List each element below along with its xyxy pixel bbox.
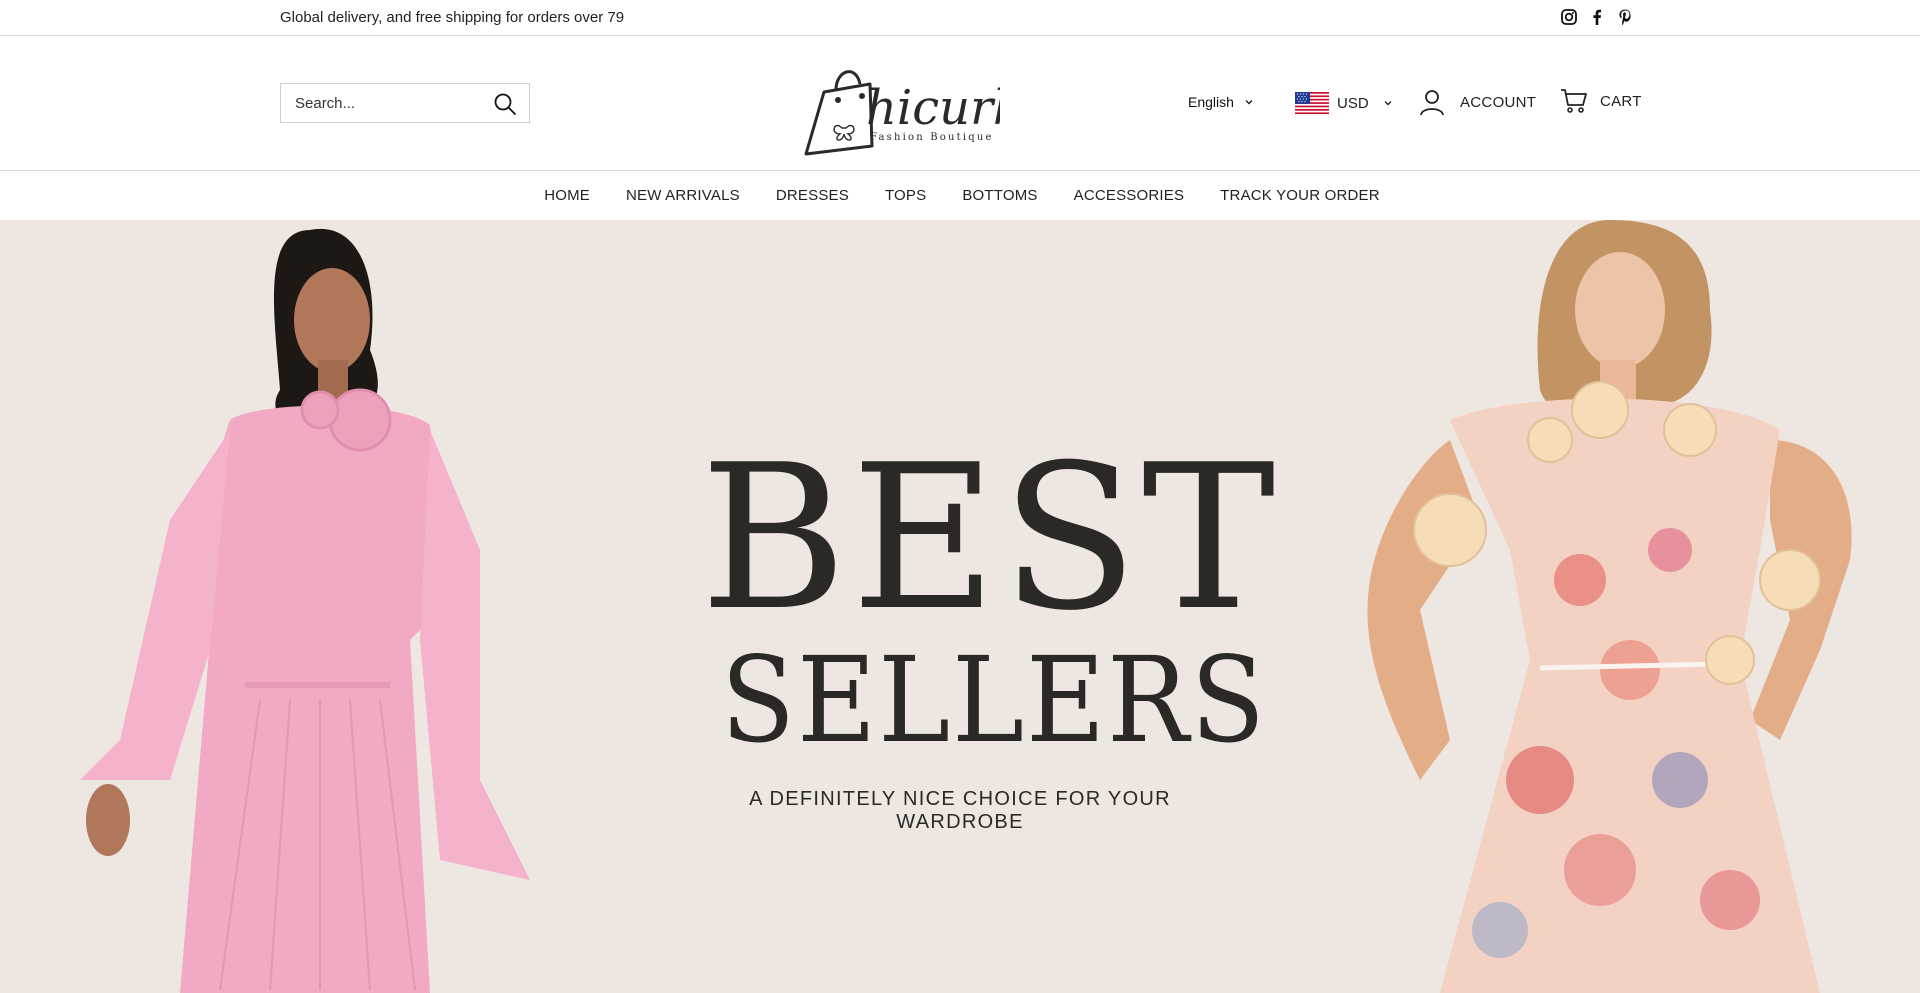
nav-item-tops[interactable]: TOPS — [867, 171, 944, 220]
us-flag-icon — [1295, 92, 1329, 114]
nav-item-accessories[interactable]: ACCESSORIES — [1056, 171, 1203, 220]
hero-model-left-image — [80, 228, 530, 993]
currency-selector[interactable]: USD — [1295, 92, 1393, 114]
nav-item-dresses[interactable]: DRESSES — [758, 171, 867, 220]
announcement-bar: Global delivery, and free shipping for o… — [0, 0, 1920, 36]
instagram-icon[interactable] — [1560, 8, 1578, 26]
pinterest-icon[interactable] — [1616, 8, 1634, 26]
facebook-icon[interactable] — [1588, 8, 1606, 26]
hero-banner[interactable]: BEST SELLERS A DEFINITELY NICE CHOICE FO… — [0, 220, 1920, 993]
currency-label: USD — [1337, 94, 1369, 112]
nav-item-home[interactable]: HOME — [526, 171, 608, 220]
search-box — [280, 83, 530, 123]
cart-label: CART — [1600, 92, 1642, 110]
account-label: ACCOUNT — [1460, 93, 1537, 111]
nav-item-track-order[interactable]: TRACK YOUR ORDER — [1202, 171, 1398, 220]
site-logo[interactable]: hicurb Fashion Boutique — [800, 54, 1024, 158]
hero-title-line2: SELLERS — [720, 631, 1267, 769]
logo-tagline-text: Fashion Boutique — [870, 132, 994, 143]
logo-brand-text: hicurb — [866, 80, 1000, 136]
hero-title-line1: BEST — [700, 422, 1280, 655]
user-icon — [1420, 90, 1444, 116]
social-links — [1560, 8, 1634, 26]
nav-item-new-arrivals[interactable]: NEW ARRIVALS — [608, 171, 758, 220]
site-header: hicurb Fashion Boutique English USD — [0, 36, 1920, 171]
cart-icon — [1561, 89, 1587, 113]
cart-link[interactable]: CART — [1560, 88, 1642, 114]
hero-model-right-image — [1367, 220, 1852, 993]
main-nav: HOME NEW ARRIVALS DRESSES TOPS BOTTOMS A… — [0, 171, 1920, 220]
hero-tagline: A DEFINITELY NICE CHOICE FOR YOUR WARDRO… — [749, 788, 1171, 833]
search-icon[interactable] — [493, 92, 517, 116]
chevron-down-icon — [1384, 101, 1392, 106]
announcement-text: Global delivery, and free shipping for o… — [280, 9, 625, 26]
language-label: English — [1188, 94, 1234, 110]
search-input[interactable] — [281, 84, 481, 122]
language-selector[interactable]: English — [1188, 94, 1254, 110]
account-link[interactable]: ACCOUNT — [1418, 88, 1536, 116]
chevron-down-icon — [1245, 100, 1253, 105]
nav-item-bottoms[interactable]: BOTTOMS — [944, 171, 1055, 220]
